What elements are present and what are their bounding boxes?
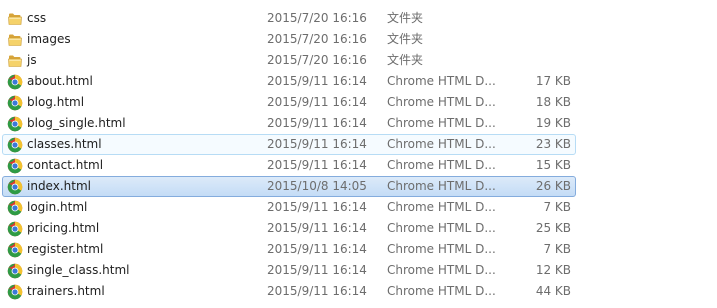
file-name: images (27, 32, 71, 46)
file-row[interactable]: single_class.html 2015/9/11 16:14 Chrome… (2, 260, 576, 281)
file-row[interactable]: login.html 2015/9/11 16:14 Chrome HTML D… (2, 197, 576, 218)
file-modified-date: 2015/9/11 16:14 (267, 74, 367, 88)
file-modified-date: 2015/9/11 16:14 (267, 221, 367, 235)
file-modified-date: 2015/7/20 16:16 (267, 32, 367, 46)
file-name: js (27, 53, 37, 67)
file-row[interactable]: images 2015/7/20 16:16 文件夹 (2, 29, 576, 50)
file-modified-date: 2015/10/8 14:05 (267, 179, 367, 193)
file-row[interactable]: blog.html 2015/9/11 16:14 Chrome HTML D.… (2, 92, 576, 113)
file-type: Chrome HTML D... (387, 200, 496, 214)
file-row[interactable]: about.html 2015/9/11 16:14 Chrome HTML D… (2, 71, 576, 92)
file-list: css 2015/7/20 16:16 文件夹 images 2015/7/20… (0, 0, 717, 308)
file-row[interactable]: js 2015/7/20 16:16 文件夹 (2, 50, 576, 71)
file-type: Chrome HTML D... (387, 179, 496, 193)
file-type: 文件夹 (387, 53, 424, 67)
file-type: Chrome HTML D... (387, 137, 496, 151)
file-size: 7 KB (543, 200, 571, 214)
file-size: 7 KB (543, 242, 571, 256)
chrome-icon (7, 284, 23, 300)
file-type: Chrome HTML D... (387, 74, 496, 88)
file-type: 文件夹 (387, 32, 424, 46)
file-row[interactable]: classes.html 2015/9/11 16:14 Chrome HTML… (2, 134, 576, 155)
file-size: 19 KB (535, 116, 571, 130)
folder-icon (7, 32, 23, 48)
file-size: 15 KB (535, 158, 571, 172)
file-row[interactable]: contact.html 2015/9/11 16:14 Chrome HTML… (2, 155, 576, 176)
file-row[interactable]: index.html 2015/10/8 14:05 Chrome HTML D… (2, 176, 576, 197)
file-modified-date: 2015/7/20 16:16 (267, 11, 367, 25)
chrome-icon (7, 200, 23, 216)
chrome-icon (7, 221, 23, 237)
file-row[interactable]: pricing.html 2015/9/11 16:14 Chrome HTML… (2, 218, 576, 239)
folder-icon (7, 53, 23, 69)
file-type: Chrome HTML D... (387, 263, 496, 277)
file-modified-date: 2015/9/11 16:14 (267, 200, 367, 214)
file-row[interactable]: blog_single.html 2015/9/11 16:14 Chrome … (2, 113, 576, 134)
file-size: 25 KB (535, 221, 571, 235)
file-name: blog.html (27, 95, 85, 109)
chrome-icon (7, 95, 23, 111)
file-modified-date: 2015/9/11 16:14 (267, 242, 367, 256)
file-name: contact.html (27, 158, 104, 172)
file-type: Chrome HTML D... (387, 95, 496, 109)
file-row[interactable]: register.html 2015/9/11 16:14 Chrome HTM… (2, 239, 576, 260)
file-type: Chrome HTML D... (387, 158, 496, 172)
chrome-icon (7, 137, 23, 153)
file-modified-date: 2015/9/11 16:14 (267, 284, 367, 298)
file-modified-date: 2015/9/11 16:14 (267, 263, 367, 277)
chrome-icon (7, 179, 23, 195)
chrome-icon (7, 158, 23, 174)
file-name: about.html (27, 74, 93, 88)
file-name: pricing.html (27, 221, 100, 235)
file-row[interactable]: css 2015/7/20 16:16 文件夹 (2, 8, 576, 29)
file-size: 17 KB (535, 74, 571, 88)
file-type: Chrome HTML D... (387, 221, 496, 235)
file-type: Chrome HTML D... (387, 116, 496, 130)
file-name: css (27, 11, 47, 25)
file-name: register.html (27, 242, 104, 256)
file-name: login.html (27, 200, 88, 214)
file-name: classes.html (27, 137, 102, 151)
file-modified-date: 2015/9/11 16:14 (267, 95, 367, 109)
file-size: 18 KB (535, 95, 571, 109)
file-type: 文件夹 (387, 11, 424, 25)
file-modified-date: 2015/9/11 16:14 (267, 137, 367, 151)
folder-icon (7, 11, 23, 27)
file-size: 23 KB (535, 137, 571, 151)
chrome-icon (7, 116, 23, 132)
file-size: 44 KB (535, 284, 571, 298)
file-type: Chrome HTML D... (387, 284, 496, 298)
file-modified-date: 2015/9/11 16:14 (267, 158, 367, 172)
file-name: trainers.html (27, 284, 105, 298)
file-modified-date: 2015/7/20 16:16 (267, 53, 367, 67)
file-modified-date: 2015/9/11 16:14 (267, 116, 367, 130)
file-row[interactable]: trainers.html 2015/9/11 16:14 Chrome HTM… (2, 281, 576, 302)
chrome-icon (7, 263, 23, 279)
file-size: 26 KB (535, 179, 571, 193)
file-name: single_class.html (27, 263, 130, 277)
file-name: index.html (27, 179, 91, 193)
chrome-icon (7, 242, 23, 258)
file-type: Chrome HTML D... (387, 242, 496, 256)
file-size: 12 KB (535, 263, 571, 277)
chrome-icon (7, 74, 23, 90)
file-name: blog_single.html (27, 116, 126, 130)
